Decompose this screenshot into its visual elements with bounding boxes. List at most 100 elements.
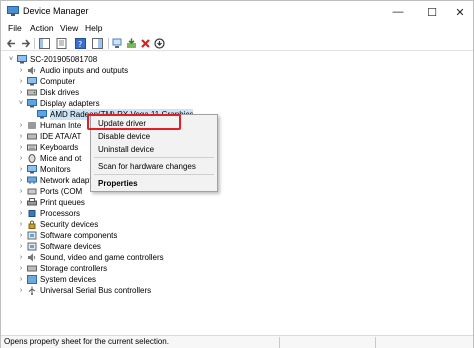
expand-chevron-icon[interactable]: › bbox=[17, 153, 25, 164]
maximize-button[interactable]: ☐ bbox=[417, 1, 447, 23]
toolbar-separator bbox=[34, 38, 35, 49]
system-device-icon bbox=[27, 275, 37, 284]
speaker-icon bbox=[28, 253, 36, 262]
uninstall-device-menu-item[interactable]: Uninstall device bbox=[98, 145, 154, 154]
status-divider bbox=[375, 337, 376, 348]
expand-chevron-icon[interactable]: › bbox=[17, 252, 25, 263]
tree-item-label: System devices bbox=[40, 275, 97, 284]
tree-item-label: Ports (COM bbox=[40, 187, 83, 196]
device-manager-window: Device Manager — ☐ ✕ File Action View He… bbox=[0, 0, 474, 348]
help-icon[interactable]: ? bbox=[75, 38, 86, 49]
tree-item-label: Print queues bbox=[40, 198, 85, 207]
tree-item-software-components[interactable]: › Software components bbox=[17, 230, 217, 241]
display-adapter-icon bbox=[37, 110, 47, 119]
computer-icon bbox=[27, 77, 37, 86]
expand-chevron-icon[interactable]: › bbox=[17, 197, 25, 208]
expand-chevron-icon[interactable]: › bbox=[17, 230, 25, 241]
scan-hardware-menu-item[interactable]: Scan for hardware changes bbox=[98, 162, 196, 171]
tree-item-mice[interactable]: › Mice and ot bbox=[17, 153, 87, 164]
tree-item-label: IDE ATA/AT bbox=[40, 132, 82, 141]
forward-icon[interactable] bbox=[20, 38, 31, 49]
expand-chevron-icon[interactable]: › bbox=[17, 208, 25, 219]
disable-device-menu-item[interactable]: Disable device bbox=[98, 132, 150, 141]
menu-bar: File Action View Help bbox=[1, 23, 473, 37]
tree-item-label: Universal Serial Bus controllers bbox=[40, 286, 152, 295]
tree-item-usb-controllers[interactable]: › Universal Serial Bus controllers bbox=[17, 285, 217, 296]
tree-item-label: Computer bbox=[40, 77, 76, 86]
properties-icon[interactable] bbox=[56, 38, 67, 49]
device-tree: ˅ SC-201905081708 › Audio inputs and out… bbox=[1, 52, 473, 332]
tree-item-monitors[interactable]: › Monitors bbox=[17, 164, 87, 175]
tree-item-keyboards[interactable]: › Keyboards bbox=[17, 142, 87, 153]
expand-chevron-icon[interactable]: › bbox=[17, 263, 25, 274]
tree-item-label: Audio inputs and outputs bbox=[40, 66, 129, 75]
tree-item-print-queues[interactable]: › Print queues bbox=[17, 197, 217, 208]
tree-item-software-devices[interactable]: › Software devices bbox=[17, 241, 217, 252]
tree-item-sound-video[interactable]: › Sound, video and game controllers bbox=[17, 252, 237, 263]
display-adapter-icon bbox=[27, 99, 37, 108]
tree-item-system-devices[interactable]: › System devices bbox=[17, 274, 217, 285]
properties-menu-item[interactable]: Properties bbox=[98, 179, 138, 188]
menu-action[interactable]: Action bbox=[30, 23, 54, 33]
expand-chevron-icon[interactable]: › bbox=[17, 219, 25, 230]
expand-chevron-icon[interactable]: › bbox=[17, 186, 25, 197]
tree-item-ports[interactable]: › Ports (COM bbox=[17, 186, 87, 197]
expand-chevron-icon[interactable]: › bbox=[17, 164, 25, 175]
expand-chevron-icon[interactable]: › bbox=[17, 274, 25, 285]
tree-item-computer[interactable]: › Computer bbox=[17, 76, 217, 87]
tree-item-ide-ata[interactable]: › IDE ATA/AT bbox=[17, 131, 87, 142]
expand-chevron-icon[interactable]: › bbox=[17, 131, 25, 142]
software-component-icon bbox=[27, 231, 37, 240]
tree-item-security-devices[interactable]: › Security devices bbox=[17, 219, 217, 230]
tree-item-label: Storage controllers bbox=[40, 264, 108, 273]
back-icon[interactable] bbox=[6, 38, 17, 49]
expand-chevron-icon[interactable]: › bbox=[17, 76, 25, 87]
collapse-chevron-icon[interactable]: ˅ bbox=[17, 98, 25, 109]
tree-item-label: Keyboards bbox=[40, 143, 79, 152]
tree-item-storage-controllers[interactable]: › Storage controllers bbox=[17, 263, 217, 274]
mouse-icon bbox=[28, 154, 36, 163]
tree-item-display-adapters[interactable]: ˅ Display adapters bbox=[17, 98, 217, 109]
status-divider bbox=[279, 337, 280, 348]
port-icon bbox=[27, 188, 37, 195]
tree-item-network-adapters[interactable]: › Network adapte bbox=[17, 175, 96, 186]
close-button[interactable]: ✕ bbox=[445, 1, 474, 23]
svg-text:?: ? bbox=[78, 40, 82, 49]
status-bar: Opens property sheet for the current sel… bbox=[1, 335, 473, 348]
toolbar-separator bbox=[108, 38, 109, 49]
tree-item-disk-drives[interactable]: › Disk drives bbox=[17, 87, 217, 98]
tree-root[interactable]: ˅ SC-201905081708 bbox=[7, 54, 207, 65]
window-title: Device Manager bbox=[23, 6, 89, 16]
expand-chevron-icon[interactable]: › bbox=[17, 120, 25, 131]
expand-chevron-icon[interactable]: › bbox=[17, 285, 25, 296]
expand-chevron-icon[interactable]: › bbox=[17, 175, 25, 186]
computer-icon bbox=[17, 55, 27, 64]
hid-icon bbox=[28, 122, 36, 129]
tree-item-human-interface[interactable]: › Human Inte bbox=[17, 120, 87, 131]
monitor-icon bbox=[27, 165, 37, 174]
tree-item-processors[interactable]: › Processors bbox=[17, 208, 217, 219]
tree-item-label: Disk drives bbox=[40, 88, 80, 97]
menu-view[interactable]: View bbox=[60, 23, 78, 33]
update-driver-icon[interactable] bbox=[126, 38, 137, 49]
scan-hardware-icon[interactable] bbox=[112, 38, 123, 49]
expand-chevron-icon[interactable]: › bbox=[17, 87, 25, 98]
network-adapter-icon bbox=[27, 176, 37, 184]
action-pane-icon[interactable] bbox=[92, 38, 103, 49]
uninstall-device-icon[interactable] bbox=[140, 38, 151, 49]
tree-item-label: Software components bbox=[40, 231, 118, 240]
security-device-icon bbox=[28, 220, 36, 229]
disk-drive-icon bbox=[27, 89, 37, 96]
show-hide-console-tree-icon[interactable] bbox=[39, 38, 50, 49]
menu-help[interactable]: Help bbox=[85, 23, 102, 33]
minimize-button[interactable]: — bbox=[383, 1, 413, 23]
tree-item-audio[interactable]: › Audio inputs and outputs bbox=[17, 65, 217, 76]
expand-chevron-icon[interactable]: › bbox=[17, 65, 25, 76]
collapse-chevron-icon[interactable]: ˅ bbox=[7, 54, 15, 65]
usb-icon bbox=[28, 286, 36, 295]
disable-device-icon[interactable] bbox=[154, 38, 165, 49]
expand-chevron-icon[interactable]: › bbox=[17, 142, 25, 153]
expand-chevron-icon[interactable]: › bbox=[17, 241, 25, 252]
menu-file[interactable]: File bbox=[8, 23, 22, 33]
status-text: Opens property sheet for the current sel… bbox=[4, 337, 169, 346]
